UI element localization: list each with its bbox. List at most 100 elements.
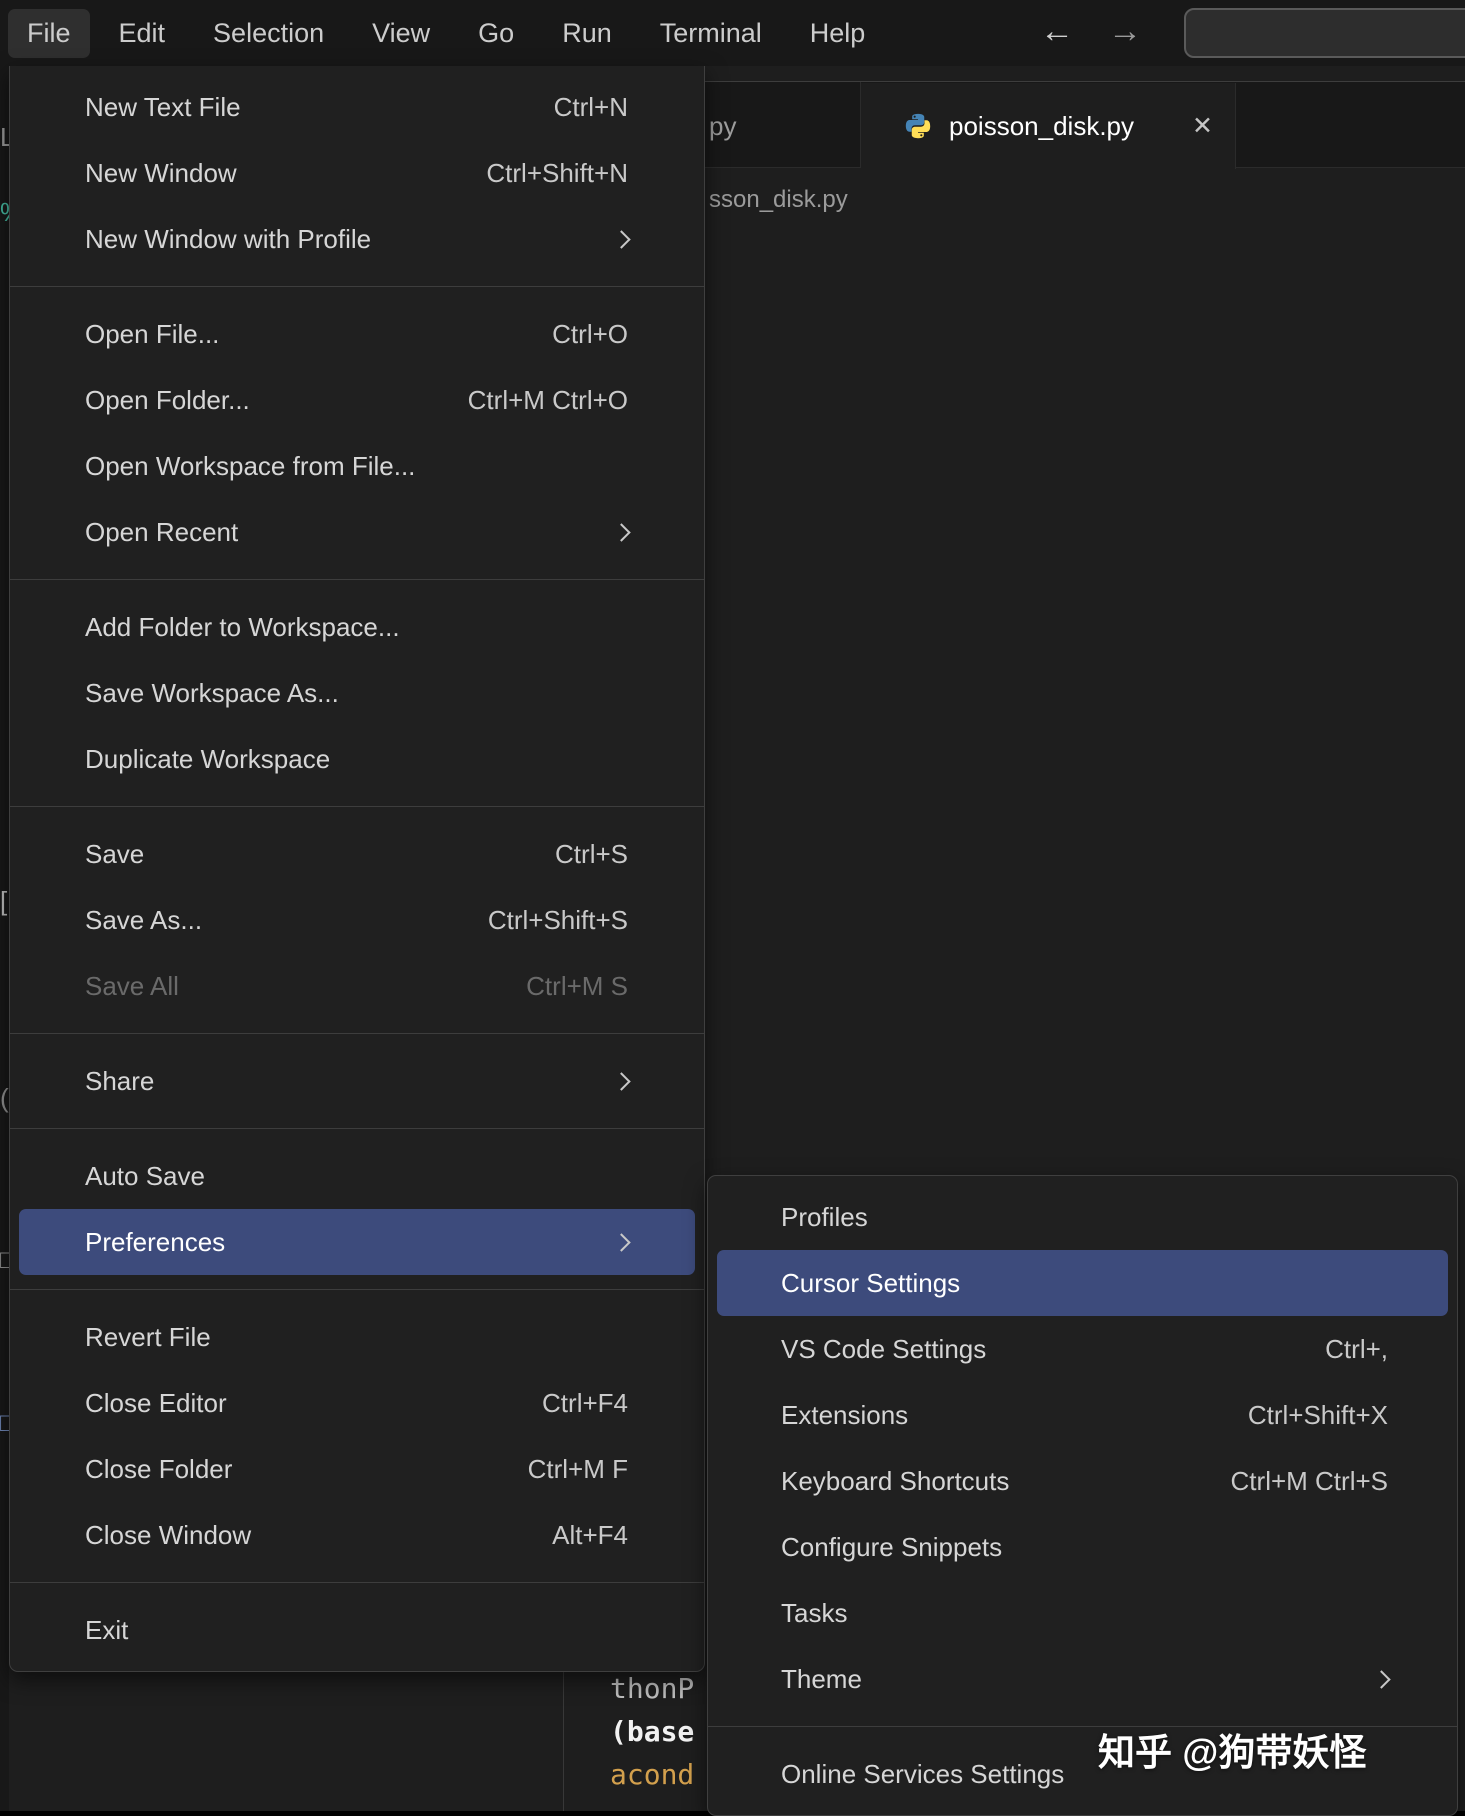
submenu-item-extensions[interactable]: Extensions Ctrl+Shift+X — [717, 1382, 1448, 1448]
activity-bar[interactable]: L % [ ( □ □ — [0, 66, 9, 1811]
submenu-item-tasks[interactable]: Tasks — [717, 1580, 1448, 1646]
menu-separator — [10, 579, 704, 580]
activity-icon-fragment: % — [0, 199, 9, 225]
menubar-item-run[interactable]: Run — [543, 9, 631, 58]
menu-separator — [10, 806, 704, 807]
file-menu-item-new-window[interactable]: New Window Ctrl+Shift+N — [19, 140, 695, 206]
tab-partial-label: py — [709, 83, 736, 169]
panel-divider — [563, 1667, 564, 1811]
menu-item-shortcut: Ctrl+Shift+X — [1248, 1400, 1388, 1431]
menu-item-label: Preferences — [85, 1227, 225, 1258]
terminal-line: thonP — [610, 1667, 694, 1710]
menu-item-label: Cursor Settings — [781, 1268, 960, 1299]
menubar-item-edit[interactable]: Edit — [100, 9, 185, 58]
file-menu-item-add-folder-to-workspace[interactable]: Add Folder to Workspace... — [19, 594, 695, 660]
menu-item-label: Configure Snippets — [781, 1532, 1002, 1563]
menu-item-shortcut: Ctrl+F4 — [542, 1388, 628, 1419]
submenu-item-profiles[interactable]: Profiles — [717, 1184, 1448, 1250]
file-menu-item-save-as[interactable]: Save As... Ctrl+Shift+S — [19, 887, 695, 953]
forward-arrow-icon[interactable]: → — [1108, 9, 1142, 53]
python-icon — [903, 111, 933, 141]
back-arrow-icon[interactable]: ← — [1040, 9, 1074, 53]
submenu-item-vs-code-settings[interactable]: VS Code Settings Ctrl+, — [717, 1316, 1448, 1382]
file-menu-item-exit[interactable]: Exit — [19, 1597, 695, 1663]
menu-item-shortcut: Ctrl+M Ctrl+S — [1231, 1466, 1388, 1497]
file-menu-item-new-window-with-profile[interactable]: New Window with Profile — [19, 206, 695, 272]
menu-item-label: Close Window — [85, 1520, 251, 1551]
menubar-item-file[interactable]: File — [8, 9, 90, 58]
file-menu-item-close-window[interactable]: Close Window Alt+F4 — [19, 1502, 695, 1568]
activity-icon-fragment: □ — [0, 1409, 9, 1435]
activity-icon-fragment: ( — [0, 1085, 9, 1111]
menu-item-shortcut: Ctrl+O — [552, 319, 628, 350]
file-menu-item-save[interactable]: Save Ctrl+S — [19, 821, 695, 887]
menu-item-shortcut: Ctrl+N — [554, 92, 628, 123]
file-menu-item-open-file[interactable]: Open File... Ctrl+O — [19, 301, 695, 367]
terminal-line: acond — [610, 1753, 694, 1796]
menubar-item-go[interactable]: Go — [459, 9, 533, 58]
menu-item-label: New Text File — [85, 92, 241, 123]
menu-item-label: Auto Save — [85, 1161, 205, 1192]
menu-item-label: VS Code Settings — [781, 1334, 986, 1365]
file-menu-item-close-folder[interactable]: Close Folder Ctrl+M F — [19, 1436, 695, 1502]
tab-label: poisson_disk.py — [949, 111, 1170, 142]
menu-item-label: Theme — [781, 1664, 862, 1695]
menu-item-shortcut: Ctrl+Shift+S — [488, 905, 628, 936]
menu-item-label: Share — [85, 1066, 154, 1097]
file-menu-item-new-text-file[interactable]: New Text File Ctrl+N — [19, 74, 695, 140]
menu-item-label: Open Workspace from File... — [85, 451, 415, 482]
search-box[interactable] — [1184, 8, 1465, 58]
menu-item-label: Open Folder... — [85, 385, 250, 416]
menubar-item-terminal[interactable]: Terminal — [641, 9, 781, 58]
file-menu-item-revert-file[interactable]: Revert File — [19, 1304, 695, 1370]
terminal-line: (base — [610, 1710, 694, 1753]
menu-item-label: Save All — [85, 971, 179, 1002]
menu-item-label: Exit — [85, 1615, 128, 1646]
file-menu-item-preferences[interactable]: Preferences — [19, 1209, 695, 1275]
menu-item-label: Open File... — [85, 319, 219, 350]
menu-separator — [10, 1582, 704, 1583]
submenu-item-theme[interactable]: Theme — [717, 1646, 1448, 1712]
file-menu-item-close-editor[interactable]: Close Editor Ctrl+F4 — [19, 1370, 695, 1436]
menu-item-label: Tasks — [781, 1598, 847, 1629]
menu-item-label: Revert File — [85, 1322, 211, 1353]
menu-item-shortcut: Alt+F4 — [552, 1520, 628, 1551]
close-icon[interactable]: ✕ — [1192, 111, 1213, 141]
chevron-right-icon — [612, 1072, 630, 1090]
menu-item-shortcut: Ctrl+M F — [528, 1454, 628, 1485]
menu-item-label: Add Folder to Workspace... — [85, 612, 400, 643]
activity-icon-fragment: [ — [0, 888, 7, 914]
menu-item-shortcut: Ctrl+Shift+N — [486, 158, 628, 189]
breadcrumb[interactable]: sson_disk.py — [709, 186, 848, 214]
submenu-item-configure-snippets[interactable]: Configure Snippets — [717, 1514, 1448, 1580]
file-menu-item-save-workspace-as[interactable]: Save Workspace As... — [19, 660, 695, 726]
menubar-item-view[interactable]: View — [353, 9, 449, 58]
menu-item-label: Extensions — [781, 1400, 908, 1431]
chevron-right-icon — [612, 523, 630, 541]
menu-separator — [10, 286, 704, 287]
menu-item-label: Keyboard Shortcuts — [781, 1466, 1009, 1497]
menu-item-label: Save As... — [85, 905, 202, 936]
file-menu-item-open-recent[interactable]: Open Recent — [19, 499, 695, 565]
file-menu-item-share[interactable]: Share — [19, 1048, 695, 1114]
menu-bar: File Edit Selection View Go Run Terminal… — [0, 0, 1465, 66]
tab-active-poisson-disk[interactable]: poisson_disk.py ✕ — [861, 83, 1236, 169]
file-menu-item-duplicate-workspace[interactable]: Duplicate Workspace — [19, 726, 695, 792]
menu-item-label: Save Workspace As... — [85, 678, 339, 709]
menu-item-shortcut: Ctrl+S — [555, 839, 628, 870]
menu-item-label: Close Folder — [85, 1454, 232, 1485]
menu-item-shortcut: Ctrl+M Ctrl+O — [468, 385, 628, 416]
chevron-right-icon — [1372, 1670, 1390, 1688]
menu-item-label: Duplicate Workspace — [85, 744, 330, 775]
file-menu-item-open-folder[interactable]: Open Folder... Ctrl+M Ctrl+O — [19, 367, 695, 433]
activity-icon-fragment: □ — [0, 1246, 9, 1272]
file-menu-item-auto-save[interactable]: Auto Save — [19, 1143, 695, 1209]
preferences-submenu: Profiles Cursor Settings VS Code Setting… — [707, 1175, 1458, 1816]
menubar-item-help[interactable]: Help — [791, 9, 885, 58]
file-menu-item-open-workspace-from-file[interactable]: Open Workspace from File... — [19, 433, 695, 499]
submenu-item-cursor-settings[interactable]: Cursor Settings — [717, 1250, 1448, 1316]
menu-separator — [10, 1033, 704, 1034]
submenu-item-keyboard-shortcuts[interactable]: Keyboard Shortcuts Ctrl+M Ctrl+S — [717, 1448, 1448, 1514]
menu-item-shortcut: Ctrl+, — [1325, 1334, 1388, 1365]
menubar-item-selection[interactable]: Selection — [194, 9, 343, 58]
